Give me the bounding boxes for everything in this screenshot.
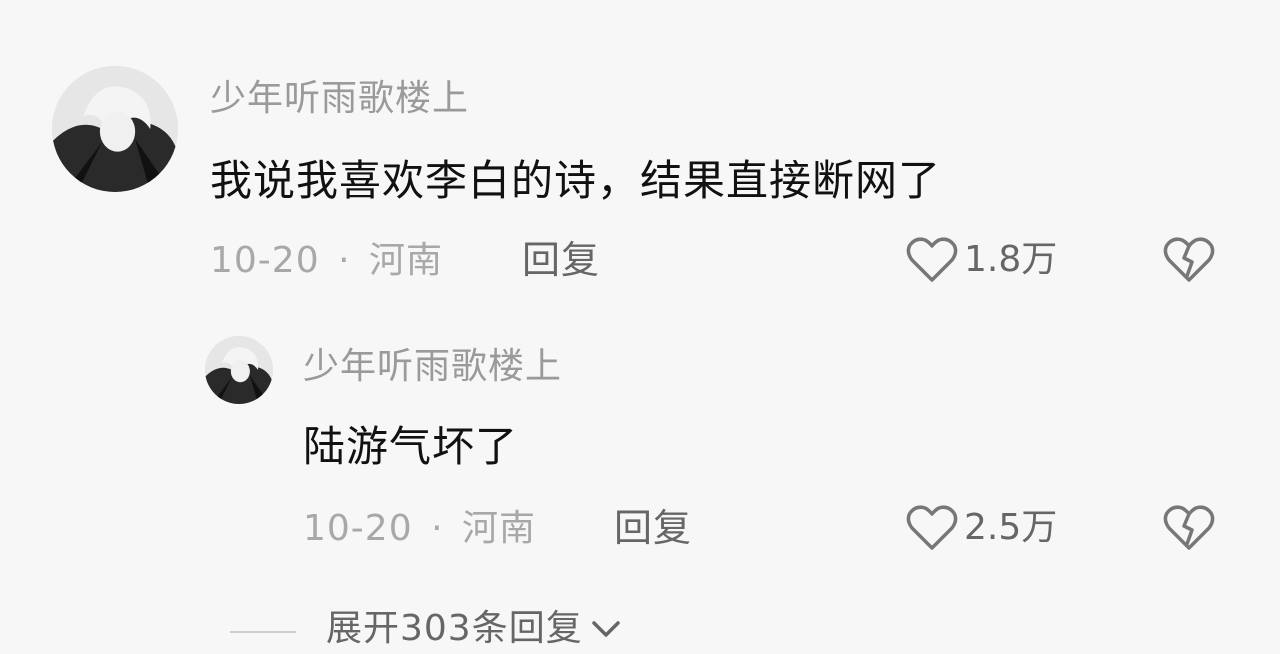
username[interactable]: 少年听雨歌楼上 — [303, 344, 562, 390]
comment-date: 10-20 — [210, 240, 320, 281]
comment-meta: 10-20 · 河南 — [210, 238, 443, 284]
comment-thread: 少年听雨歌楼上 我说我喜欢李白的诗，结果直接断网了 10-20 · 河南 回复 … — [0, 0, 1280, 654]
dislike-button[interactable] — [1162, 236, 1216, 288]
comment-text: 我说我喜欢李白的诗，结果直接断网了 — [210, 156, 942, 205]
comment-date: 10-20 — [303, 508, 413, 549]
expand-replies-button[interactable]: 展开303条回复 — [326, 606, 623, 652]
heart-outline-icon — [906, 505, 958, 550]
comment-location: 河南 — [461, 508, 536, 549]
reply-button[interactable]: 回复 — [522, 236, 600, 284]
dislike-button[interactable] — [1162, 504, 1216, 556]
broken-heart-icon — [1163, 237, 1215, 282]
chevron-down-icon — [591, 621, 620, 637]
broken-heart-icon — [1163, 505, 1215, 550]
username[interactable]: 少年听雨歌楼上 — [210, 76, 469, 122]
comment-text: 陆游气坏了 — [303, 422, 519, 471]
anime-avatar-icon — [52, 66, 178, 192]
like-count: 2.5万 — [964, 507, 1058, 548]
comment-location: 河南 — [368, 240, 443, 281]
comment-meta: 10-20 · 河南 — [303, 506, 536, 552]
like-count: 1.8万 — [964, 239, 1058, 280]
like-button[interactable]: 2.5万 — [906, 504, 1057, 552]
heart-outline-icon — [906, 237, 958, 282]
like-button[interactable]: 1.8万 — [906, 236, 1057, 284]
expand-divider — [230, 631, 296, 633]
avatar[interactable] — [205, 336, 273, 404]
meta-separator: · — [338, 240, 351, 281]
avatar[interactable] — [52, 66, 178, 192]
meta-separator: · — [431, 508, 444, 549]
anime-avatar-icon — [205, 336, 273, 404]
reply-button[interactable]: 回复 — [614, 504, 692, 552]
expand-replies-label: 展开303条回复 — [326, 608, 583, 649]
